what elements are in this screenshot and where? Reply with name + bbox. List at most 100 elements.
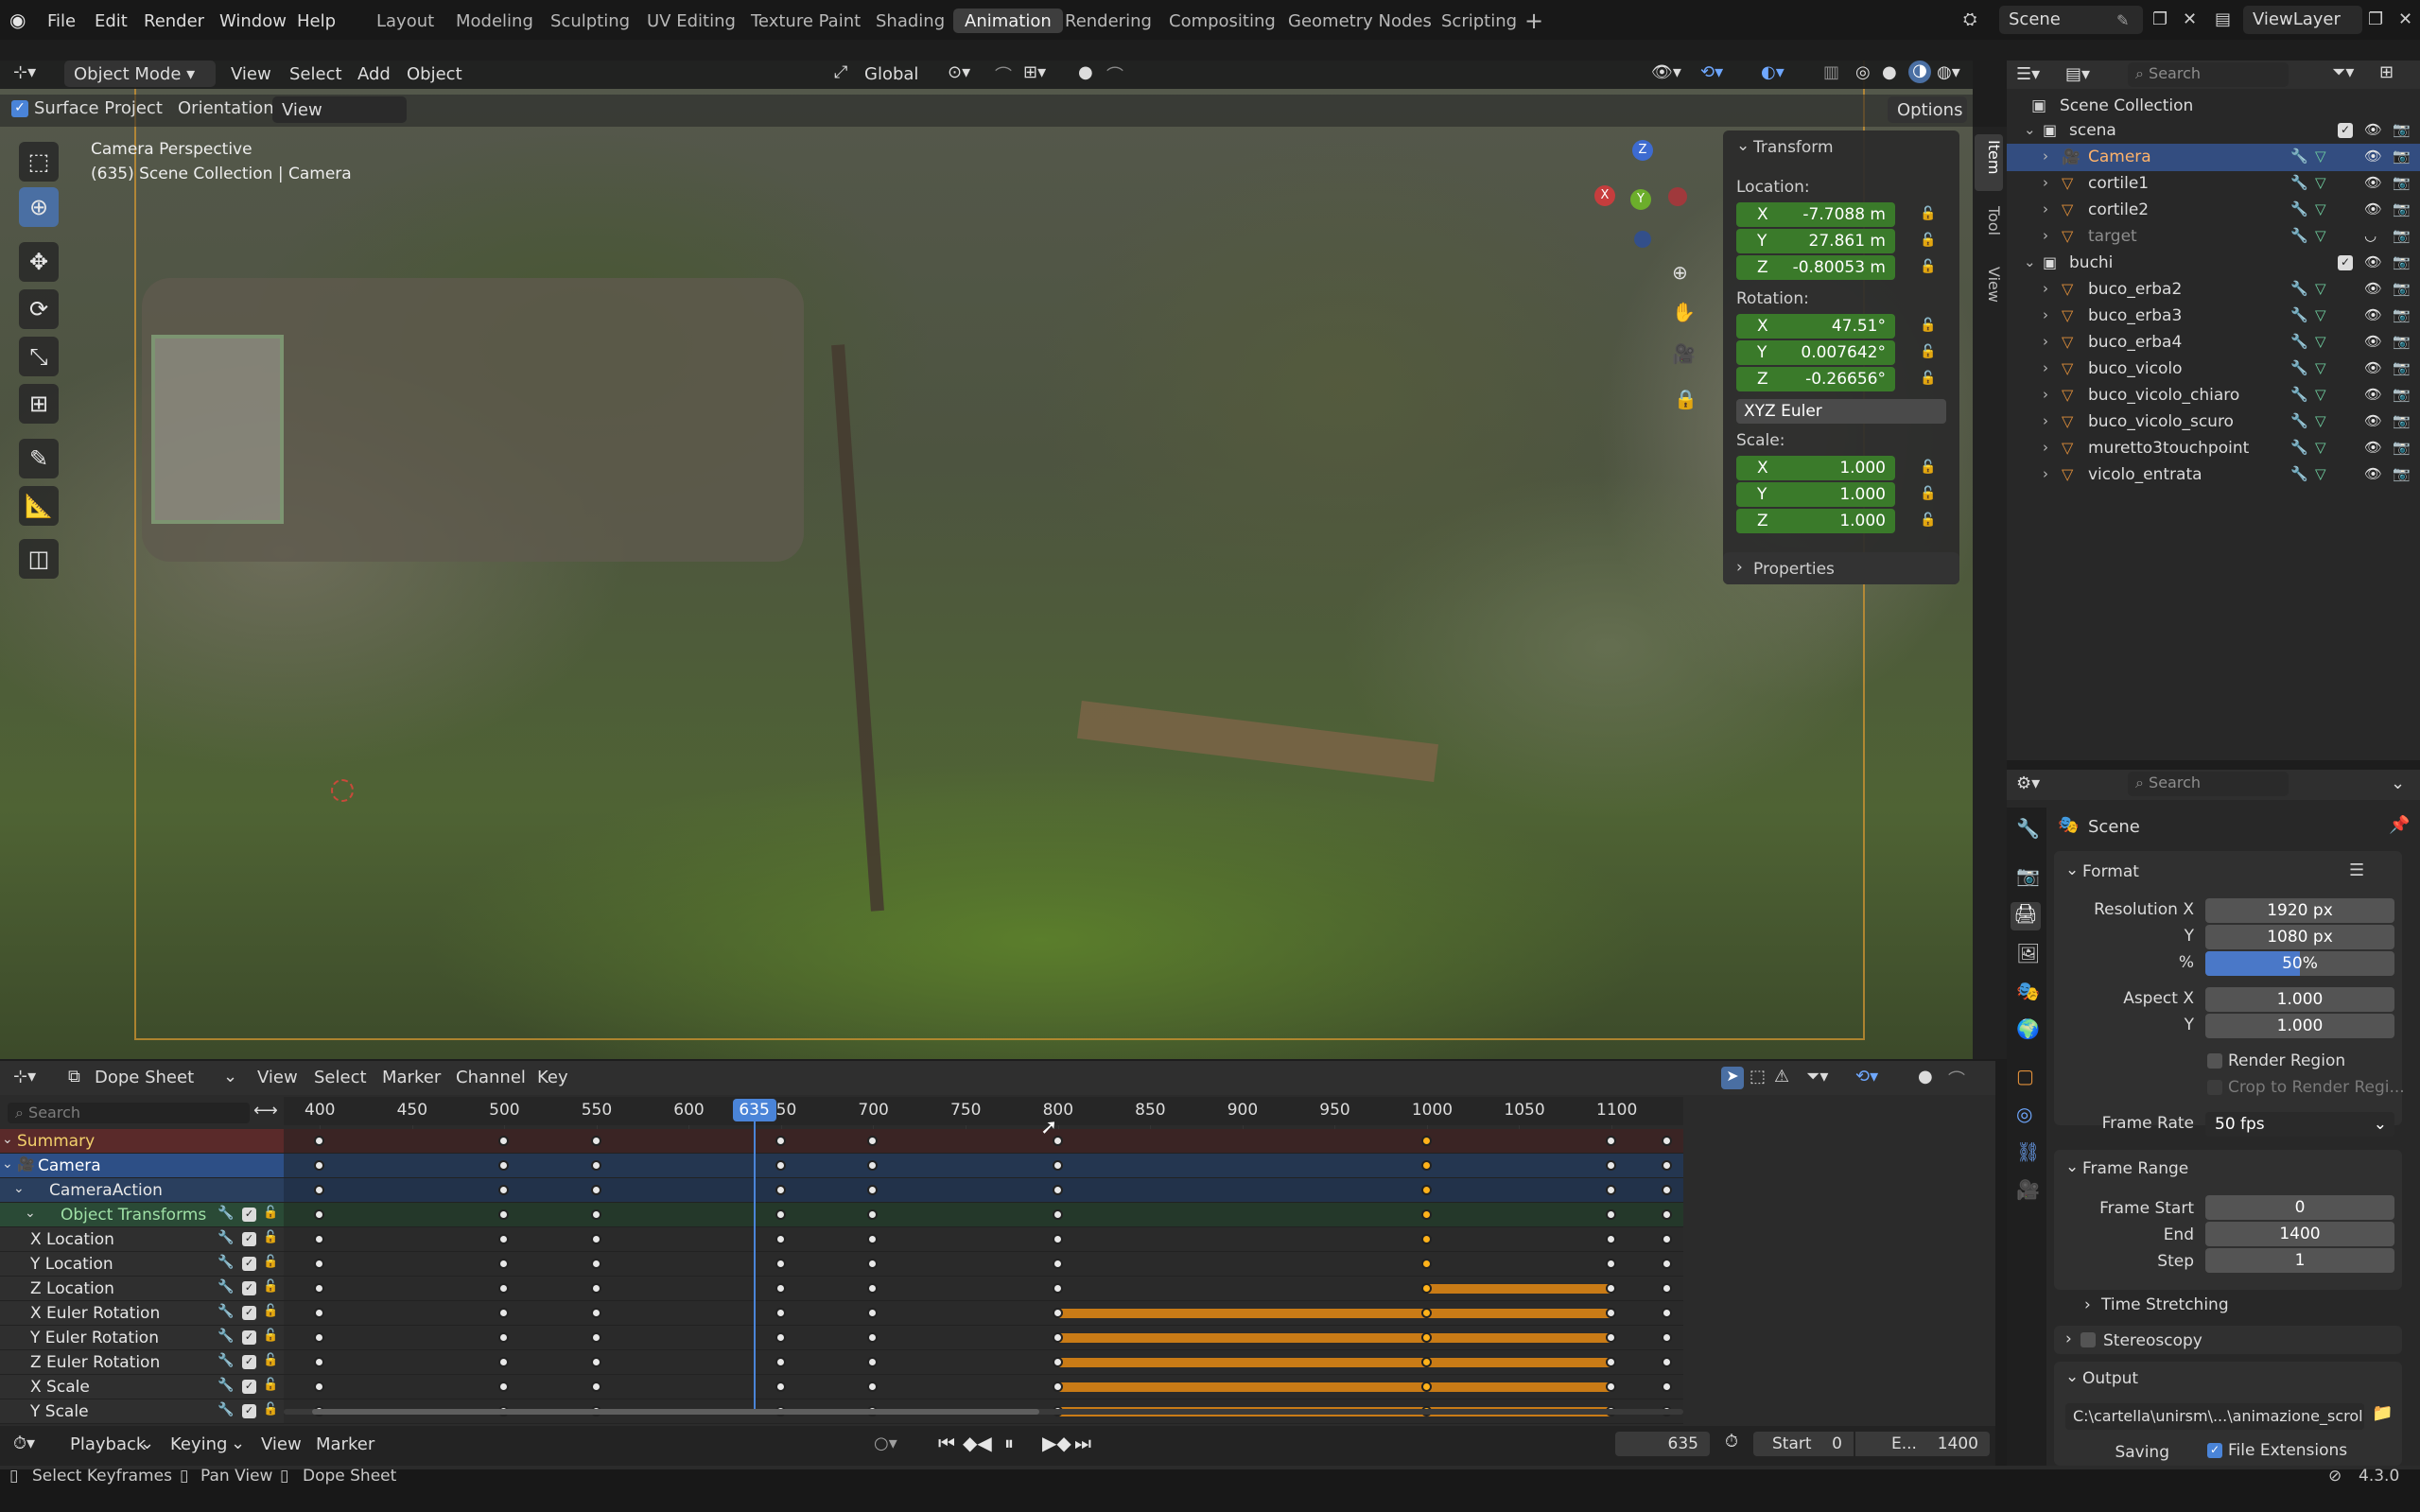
gizmo-icon[interactable]: ⟲▾ [1700, 62, 1723, 82]
transform-tool-icon[interactable]: ⊞ [19, 384, 59, 424]
outliner-search-input[interactable]: ⌕ Search [2128, 62, 2289, 87]
stereoscopy-checkbox[interactable] [2081, 1332, 2096, 1347]
outliner-row[interactable]: › ▽ target 🔧 ▽ ◡ 📷 [2007, 223, 2420, 251]
channel-mute-checkbox[interactable]: ✓ [242, 1257, 256, 1271]
eye-icon[interactable]: 👁 [2364, 253, 2382, 270]
horizontal-scrollbar[interactable] [284, 1409, 1683, 1415]
render-visibility-icon[interactable]: 📷 [2393, 412, 2411, 429]
exclude-checkbox[interactable]: ✓ [2338, 255, 2353, 270]
chevron-down-icon[interactable]: ⌄ [231, 1434, 245, 1453]
frame-step-field[interactable]: 1 [2205, 1248, 2394, 1273]
eye-icon[interactable]: 👁 [2364, 148, 2382, 165]
aspect-y-field[interactable]: 1.000 [2205, 1014, 2394, 1038]
lock-icon[interactable]: 🔓 [263, 1304, 278, 1318]
display-mode-icon[interactable]: ▤▾ [2065, 64, 2090, 84]
chevron-down-icon[interactable]: ⌄ [2024, 121, 2036, 138]
dope-menu-channel[interactable]: Channel [456, 1068, 526, 1087]
timeline-menu-playback[interactable]: Playback [70, 1434, 146, 1454]
render-visibility-icon[interactable]: 📷 [2393, 227, 2411, 244]
chevron-right-icon[interactable]: › [2043, 306, 2048, 323]
chevron-right-icon[interactable]: › [2084, 1295, 2091, 1314]
new-view-layer-icon[interactable]: ❐ [2368, 9, 2383, 29]
navigation-gizmo[interactable]: Z X Y [1585, 138, 1689, 252]
add-workspace-icon[interactable]: + [1524, 8, 1543, 34]
outliner-row[interactable]: › ▽ cortile2 🔧 ▽ 👁 📷 [2007, 197, 2420, 224]
outliner-row[interactable]: › ▽ vicolo_entrata 🔧 ▽ 👁 📷 [2007, 461, 2420, 489]
proportional-edit-icon[interactable]: ● [1918, 1067, 1933, 1086]
lock-icon[interactable]: 🔓 [263, 1329, 278, 1343]
outliner-row[interactable]: › 🎥 Camera 🔧 ▽ 👁 📷 [2007, 144, 2420, 171]
menu-edit[interactable]: Edit [95, 11, 128, 31]
only-selected-icon[interactable]: ➤ [1721, 1067, 1744, 1089]
move-tool-icon[interactable]: ✥ [19, 242, 59, 282]
snap-target-icon[interactable]: ⊞▾ [1023, 62, 1046, 82]
tab-rendering[interactable]: Rendering [1053, 9, 1163, 33]
render-visibility-icon[interactable]: 📷 [2393, 280, 2411, 297]
tab-layout[interactable]: Layout [365, 9, 445, 33]
modifier-toggle-icon[interactable]: 🔧 [218, 1230, 234, 1245]
keyframe-hold-bar[interactable] [1426, 1284, 1611, 1294]
scene-icon[interactable]: ⛭ [1963, 9, 1988, 32]
exclude-checkbox[interactable]: ✓ [2338, 123, 2353, 138]
channel-mute-checkbox[interactable]: ✓ [242, 1404, 256, 1418]
rendered-shading-icon[interactable]: ◍▾ [1937, 62, 1960, 82]
tab-texture-paint[interactable]: Texture Paint [740, 9, 872, 33]
modifier-icon[interactable]: 🔧 [2290, 386, 2308, 403]
resolution-x-field[interactable]: 1920 px [2205, 898, 2394, 923]
dope-search-input[interactable]: ⌕ Search [8, 1103, 250, 1123]
eye-icon[interactable]: 👁 [2364, 174, 2382, 191]
chevron-right-icon[interactable]: › [2043, 200, 2048, 217]
wireframe-shading-icon[interactable]: ◎ [1855, 62, 1871, 82]
resolution-percent-slider[interactable]: 50% [2205, 951, 2394, 976]
object-tab-icon[interactable]: ▢ [2016, 1065, 2034, 1087]
sidebar-tab-view[interactable]: View [1975, 261, 2003, 318]
chevron-down-icon[interactable]: ⌄ [140, 1434, 154, 1453]
viewport-menu-add[interactable]: Add [357, 64, 391, 84]
rotation-y-field[interactable]: Y 0.007642° [1736, 340, 1895, 365]
pin-icon[interactable]: ✎ [2116, 11, 2129, 29]
dope-track-row[interactable] [284, 1129, 1683, 1154]
keyframe-hold-bar[interactable] [1057, 1309, 1611, 1318]
jump-to-start-icon[interactable]: ⏮ [938, 1432, 955, 1454]
surface-project-checkbox[interactable]: ✓ [11, 100, 28, 117]
start-frame-field[interactable]: Start 0 [1753, 1432, 1854, 1456]
modifier-icon[interactable]: 🔧 [2290, 227, 2308, 244]
lock-icon[interactable]: 🔓 [263, 1378, 278, 1392]
next-keyframe-icon[interactable]: ▶◆ [1042, 1432, 1071, 1454]
playhead[interactable] [753, 1099, 756, 1409]
lock-icon[interactable]: 🔓 [1920, 206, 1936, 221]
chevron-right-icon[interactable]: › [2043, 359, 2048, 376]
snapping-icon[interactable]: ⟲▾ [1855, 1067, 1878, 1086]
stereoscopy-title[interactable]: Stereoscopy [2103, 1331, 2202, 1350]
add-cube-tool-icon[interactable]: ◫ [19, 539, 59, 579]
modifier-toggle-icon[interactable]: 🔧 [218, 1402, 234, 1417]
modifier-toggle-icon[interactable]: 🔧 [218, 1304, 234, 1319]
chevron-right-icon[interactable]: › [2043, 280, 2048, 297]
dope-channel-row[interactable]: X Location 🔧 ✓ 🔓 [0, 1227, 284, 1252]
constraints-tab-icon[interactable]: ⛓ [2016, 1140, 2040, 1163]
chevron-right-icon[interactable]: › [2043, 386, 2048, 403]
modifier-icon[interactable]: 🔧 [2290, 306, 2308, 323]
tab-geometry-nodes[interactable]: Geometry Nodes [1277, 9, 1443, 33]
frame-range-title[interactable]: Frame Range [2082, 1159, 2188, 1178]
channel-mute-checkbox[interactable]: ✓ [242, 1355, 256, 1369]
eye-icon[interactable]: 👁 [2364, 386, 2382, 403]
lock-icon[interactable]: 🔓 [1920, 513, 1936, 528]
chevron-right-icon[interactable]: › [2043, 174, 2048, 191]
dope-channel-row[interactable]: Y Location 🔧 ✓ 🔓 [0, 1252, 284, 1277]
file-extensions-checkbox[interactable]: ✓ [2207, 1443, 2222, 1458]
transform-title[interactable]: Transform [1753, 138, 1834, 157]
tab-animation[interactable]: Animation [953, 9, 1063, 33]
render-visibility-icon[interactable]: 📷 [2393, 465, 2411, 482]
falloff-icon[interactable]: ⌒ [1948, 1067, 1965, 1091]
channel-mute-checkbox[interactable]: ✓ [242, 1208, 256, 1222]
previous-keyframe-icon[interactable]: ◆◀ [963, 1432, 992, 1454]
dope-track-row[interactable] [284, 1154, 1683, 1178]
sidebar-tab-tool[interactable]: Tool [1975, 200, 2003, 257]
transform-orientation-selector[interactable]: Global [864, 64, 918, 84]
dope-track-row[interactable] [284, 1178, 1683, 1203]
render-visibility-icon[interactable]: 📷 [2393, 200, 2411, 217]
chevron-down-icon[interactable]: ⌄ [2, 1156, 13, 1172]
tool-tab-icon[interactable]: 🔧 [2016, 817, 2040, 840]
time-stretching-title[interactable]: Time Stretching [2101, 1295, 2229, 1314]
